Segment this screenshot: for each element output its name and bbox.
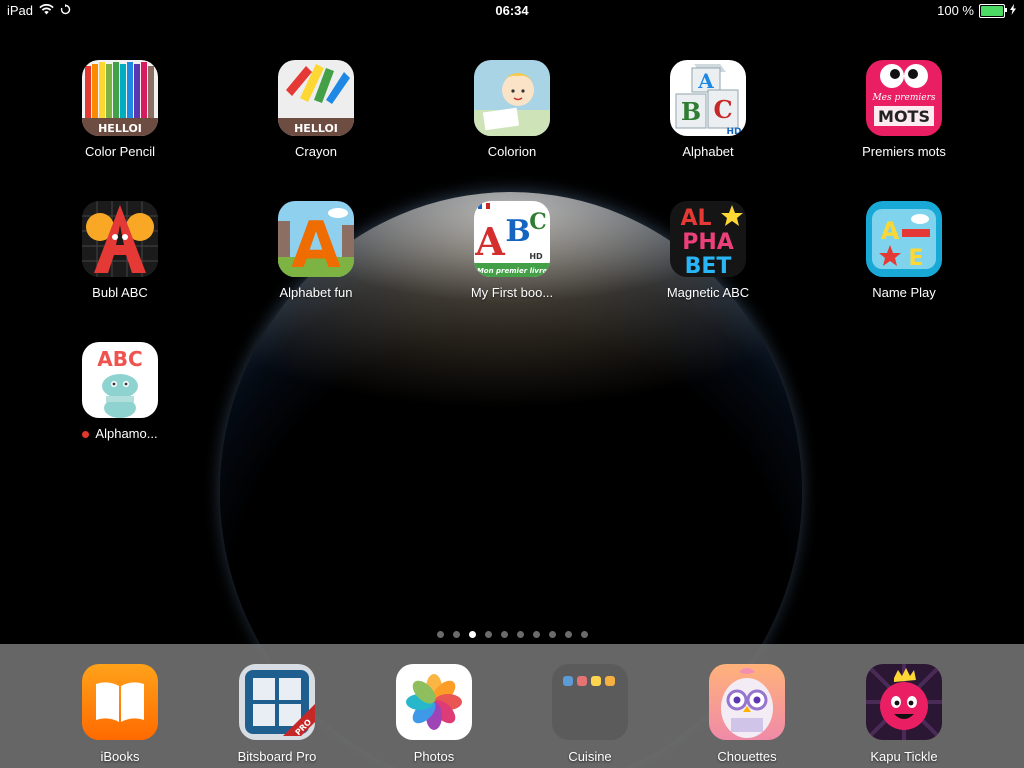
icon-text: MOTS xyxy=(878,107,930,126)
icon-text: A xyxy=(291,209,341,277)
crayon-icon: HELLOI xyxy=(278,60,354,136)
app-my-first-book[interactable]: A B C HD Mon premier livre My First boo.… xyxy=(447,201,577,300)
icon-text: HD xyxy=(529,252,543,261)
color-pencil-icon: HELLOI xyxy=(82,60,158,136)
page-dot[interactable] xyxy=(484,631,492,638)
page-dot[interactable] xyxy=(500,631,508,638)
alphabet-fun-icon: A xyxy=(278,201,354,277)
icon-text: B xyxy=(681,97,701,126)
icon-text: A xyxy=(697,69,714,93)
new-app-badge xyxy=(82,431,90,439)
dock-app-kapu-tickle[interactable]: Kapu Tickle xyxy=(834,664,974,764)
icon-text: HELLOI xyxy=(294,122,338,135)
app-label: Color Pencil xyxy=(84,144,156,159)
app-label: Cuisine xyxy=(568,749,612,764)
app-label: Name Play xyxy=(872,285,936,300)
app-alphamo[interactable]: ABC Alphamo... xyxy=(55,342,185,441)
status-right: 100 % xyxy=(937,3,1016,18)
home-screen: iPad 06:34 100 % HELLOI Color Pencil HEL… xyxy=(0,0,1024,768)
app-label: Colorion xyxy=(487,144,537,159)
kapu-tickle-icon xyxy=(866,664,942,740)
page-dot[interactable] xyxy=(564,631,572,638)
dock-app-photos[interactable]: Photos xyxy=(364,664,504,764)
app-label: Bitsboard Pro xyxy=(237,749,317,764)
app-label: Alphabet xyxy=(682,144,734,159)
icon-text: C xyxy=(529,209,547,235)
magnetic-abc-icon: AL PHA BET xyxy=(670,201,746,277)
battery-icon xyxy=(979,3,1007,18)
ibooks-icon xyxy=(82,664,158,740)
clock: 06:34 xyxy=(495,3,529,18)
folder-app-thumb xyxy=(605,676,615,686)
bubl-abc-icon xyxy=(82,201,158,277)
folder-app-thumb xyxy=(591,676,601,686)
name-play-icon: A E xyxy=(866,201,942,277)
app-label: Premiers mots xyxy=(862,144,946,159)
page-dot[interactable] xyxy=(452,631,460,638)
icon-text: A xyxy=(881,217,900,245)
app-name-play[interactable]: A E Name Play xyxy=(839,201,969,300)
app-label: Alphamo... xyxy=(95,426,158,441)
app-label: Kapu Tickle xyxy=(870,749,938,764)
app-label: iBooks xyxy=(100,749,140,764)
photos-icon xyxy=(396,664,472,740)
folder-app-thumb xyxy=(563,676,573,686)
dock-folder-cuisine[interactable]: Cuisine xyxy=(520,664,660,764)
icon-text: C xyxy=(713,95,732,124)
charging-icon xyxy=(1010,3,1016,18)
icon-text: B xyxy=(505,214,530,249)
dock-app-chouettes[interactable]: Chouettes xyxy=(677,664,817,764)
icon-text: Mon premier livre xyxy=(477,267,548,275)
page-dot-active[interactable] xyxy=(468,631,476,638)
app-label: Bubl ABC xyxy=(92,285,148,300)
chouettes-icon xyxy=(709,664,785,740)
app-color-pencil[interactable]: HELLOI Color Pencil xyxy=(55,60,185,159)
page-dot[interactable] xyxy=(436,631,444,638)
folder-app-thumb xyxy=(577,676,587,686)
app-label: Chouettes xyxy=(717,749,777,764)
alphabet-blocks-icon: A B C HD xyxy=(670,60,746,136)
icon-text: HD xyxy=(726,127,741,136)
page-indicator[interactable] xyxy=(0,631,1024,638)
icon-text: PHA xyxy=(682,230,734,255)
folder-icon xyxy=(552,664,628,740)
page-dot[interactable] xyxy=(516,631,524,638)
battery-level xyxy=(981,5,1003,16)
bitsboard-pro-icon: PRO xyxy=(239,664,315,740)
icon-text: HELLOI xyxy=(98,122,142,135)
app-bubl-abc[interactable]: Bubl ABC xyxy=(55,201,185,300)
icon-text: ABC xyxy=(97,347,142,371)
app-alphabet[interactable]: A B C HD Alphabet xyxy=(643,60,773,159)
icon-text: BET xyxy=(685,254,732,277)
icon-text: E xyxy=(908,246,923,271)
dock-app-ibooks[interactable]: iBooks xyxy=(50,664,190,764)
icon-text: A xyxy=(474,219,505,264)
battery-percent: 100 % xyxy=(937,3,974,18)
dock-app-bitsboard-pro[interactable]: PRO Bitsboard Pro xyxy=(207,664,347,764)
icon-text: AL xyxy=(680,206,711,231)
my-first-book-icon: A B C HD Mon premier livre xyxy=(474,201,550,277)
app-premiers-mots[interactable]: Mes premiers MOTS Premiers mots xyxy=(839,60,969,159)
premiers-mots-icon: Mes premiers MOTS xyxy=(866,60,942,136)
status-bar: iPad 06:34 100 % xyxy=(0,0,1024,22)
app-magnetic-abc[interactable]: AL PHA BET Magnetic ABC xyxy=(643,201,773,300)
dock: iBooks PRO Bitsboard Pro Photos Cuisine … xyxy=(0,644,1024,768)
app-label: Photos xyxy=(413,749,455,764)
app-label-row: Alphamo... xyxy=(55,426,185,441)
app-label: Magnetic ABC xyxy=(666,285,750,300)
page-dot[interactable] xyxy=(532,631,540,638)
app-label: Alphabet fun xyxy=(279,285,353,300)
page-dot[interactable] xyxy=(580,631,588,638)
colorion-icon xyxy=(474,60,550,136)
app-label: Crayon xyxy=(295,144,337,159)
alphamo-icon: ABC xyxy=(82,342,158,418)
app-alphabet-fun[interactable]: A Alphabet fun xyxy=(251,201,381,300)
app-label: My First boo... xyxy=(470,285,554,300)
page-dot[interactable] xyxy=(548,631,556,638)
icon-text: Mes premiers xyxy=(871,93,935,103)
app-colorion[interactable]: Colorion xyxy=(447,60,577,159)
app-crayon[interactable]: HELLOI Crayon xyxy=(251,60,381,159)
